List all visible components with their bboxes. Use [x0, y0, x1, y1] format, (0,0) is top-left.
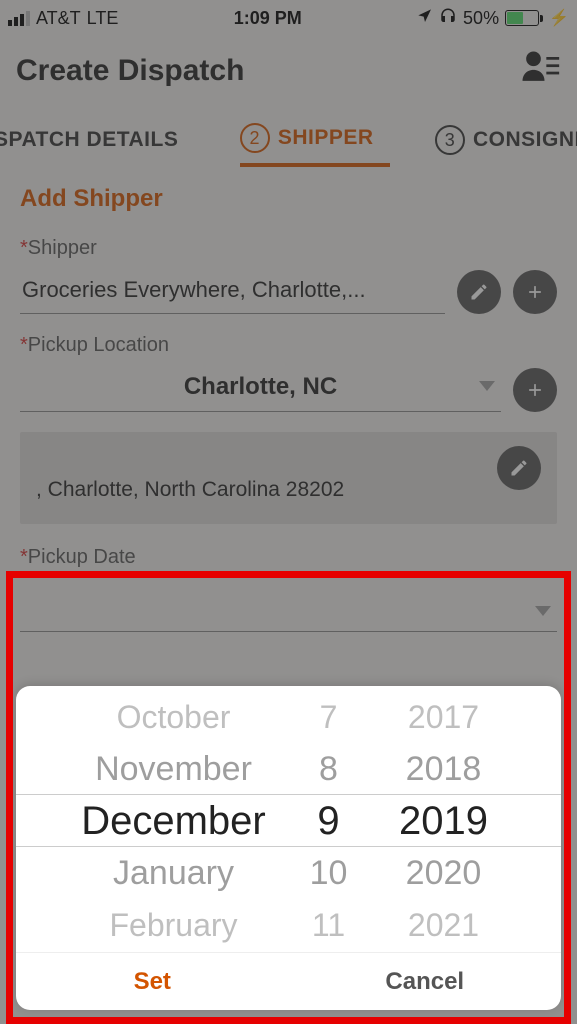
date-picker-sheet: October November December January Februa… [16, 686, 561, 1010]
cancel-button[interactable]: Cancel [289, 953, 562, 1010]
wheel-item[interactable]: 2018 [389, 743, 499, 795]
day-wheel[interactable]: 7 8 9 10 11 [283, 690, 375, 952]
wheel-item[interactable]: 10 [297, 847, 361, 899]
year-wheel[interactable]: 2017 2018 2019 2020 2021 [375, 690, 513, 952]
month-wheel[interactable]: October November December January Februa… [65, 690, 283, 952]
wheel-item[interactable]: January [79, 847, 269, 899]
wheel-item[interactable]: 8 [297, 743, 361, 795]
wheel-item[interactable]: 11 [297, 899, 361, 951]
wheel-item[interactable]: October [79, 691, 269, 743]
wheel-item-selected[interactable]: 9 [297, 795, 361, 847]
wheel-item-selected[interactable]: 2019 [389, 795, 499, 847]
wheel-item-selected[interactable]: December [79, 795, 269, 847]
wheel-item[interactable]: 2021 [389, 899, 499, 951]
wheel-item[interactable]: 2017 [389, 691, 499, 743]
wheel-item[interactable]: February [79, 899, 269, 951]
set-button[interactable]: Set [16, 953, 289, 1010]
wheel-item[interactable]: 2020 [389, 847, 499, 899]
wheel-item[interactable]: 7 [297, 691, 361, 743]
wheel-item[interactable]: November [79, 743, 269, 795]
